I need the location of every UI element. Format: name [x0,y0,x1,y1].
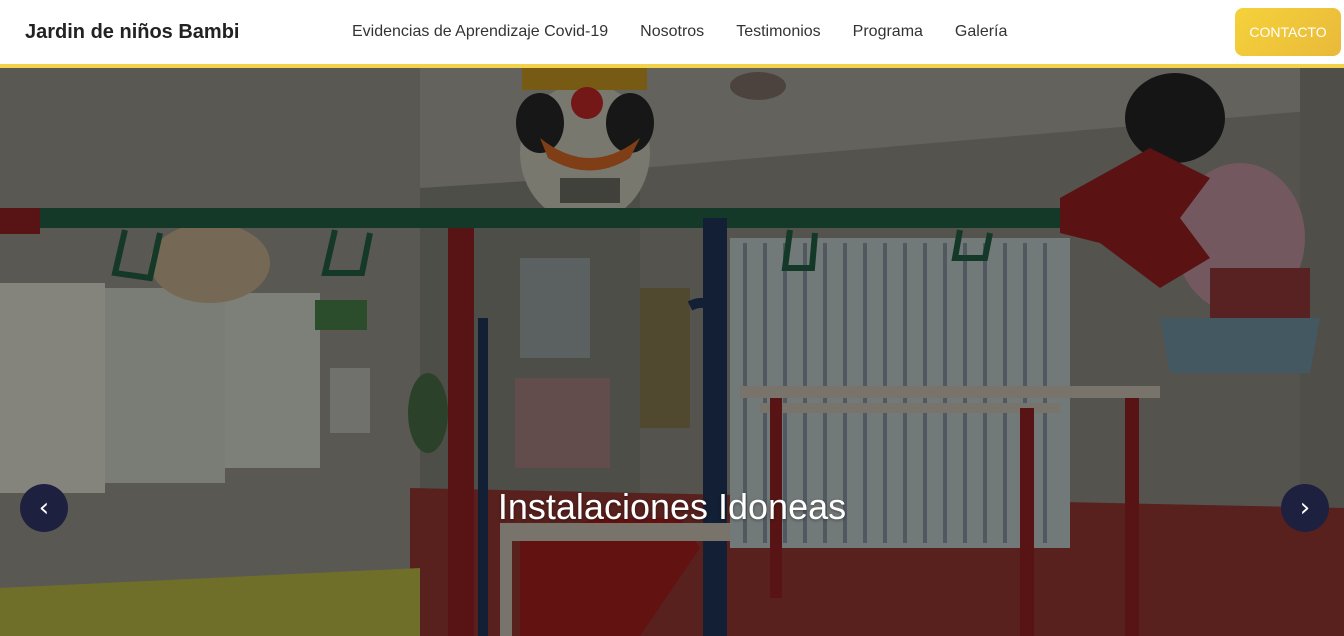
main-nav: Evidencias de Aprendizaje Covid-19 Nosot… [352,23,1007,41]
navbar: Jardin de niños Bambi Evidencias de Apre… [0,0,1344,68]
carousel-caption: Instalaciones Idoneas [497,486,847,527]
carousel-next-button[interactable]: › [1281,484,1329,532]
nav-link-galeria[interactable]: Galería [955,23,1007,41]
carousel-prev-button[interactable]: ‹ [20,484,68,532]
image-overlay [0,68,1344,636]
chevron-left-icon: ‹ [38,493,50,523]
nav-link-nosotros[interactable]: Nosotros [640,23,704,41]
nav-link-testimonios[interactable]: Testimonios [736,23,820,41]
chevron-right-icon: › [1299,493,1311,523]
nav-link-evidencias[interactable]: Evidencias de Aprendizaje Covid-19 [352,23,608,41]
brand-logo[interactable]: Jardin de niños Bambi [25,21,239,44]
nav-link-programa[interactable]: Programa [853,23,923,41]
hero-carousel: Instalaciones Idoneas ‹ › [0,68,1344,636]
contact-button[interactable]: CONTACTO [1235,8,1341,56]
